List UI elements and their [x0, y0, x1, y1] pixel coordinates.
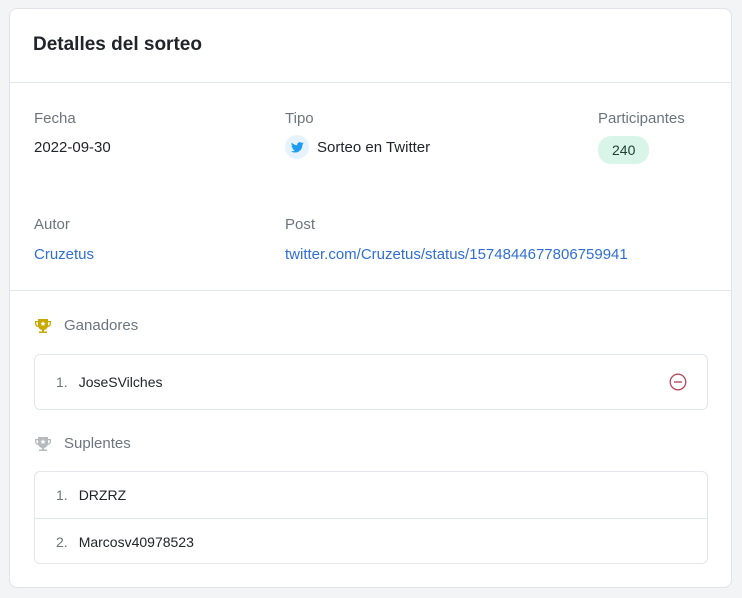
- trophy-icon: [34, 318, 52, 334]
- raffle-details-card: Detalles del sorteo Fecha 2022-09-30 Tip…: [9, 8, 732, 588]
- tipo-value: Sorteo en Twitter: [317, 138, 431, 156]
- ganadores-title: Ganadores: [34, 317, 138, 334]
- tipo-row: Sorteo en Twitter: [285, 135, 430, 159]
- twitter-icon: [285, 135, 309, 159]
- trophy-icon: [34, 436, 52, 452]
- card-header: Detalles del sorteo: [10, 9, 731, 83]
- autor-label: Autor: [34, 216, 70, 233]
- item-name: JoseSVilches: [78, 374, 163, 390]
- item-number: 1.: [56, 487, 68, 503]
- list-item: 2. Marcosv40978523: [35, 518, 707, 564]
- item-number: 2.: [56, 533, 68, 550]
- list-item: 1. JoseSVilches: [35, 355, 707, 409]
- remove-winner-button[interactable]: [669, 373, 687, 391]
- participantes-label: Participantes: [598, 110, 685, 127]
- list-item: 1. DRZRZ: [35, 472, 707, 518]
- field-tipo: Tipo Sorteo en Twitter: [285, 110, 430, 159]
- field-fecha: Fecha 2022-09-30: [34, 110, 111, 156]
- item-name: Marcosv40978523: [78, 533, 194, 550]
- field-participantes: Participantes 240: [598, 110, 685, 164]
- item-number: 1.: [56, 374, 68, 390]
- details-section: Fecha 2022-09-30 Tipo Sorteo en Twitter …: [10, 83, 731, 291]
- results-section: Ganadores 1. JoseSVilches Suplentes 1. D…: [10, 291, 731, 587]
- item-name: DRZRZ: [78, 487, 127, 503]
- ganadores-label: Ganadores: [64, 317, 139, 334]
- suplentes-title: Suplentes: [34, 435, 131, 452]
- page-title: Detalles del sorteo: [33, 34, 202, 55]
- field-autor: Autor Cruzetus: [34, 216, 94, 263]
- tipo-label: Tipo: [285, 110, 314, 127]
- minus-circle-icon: [669, 373, 687, 391]
- autor-link[interactable]: Cruzetus: [34, 246, 94, 263]
- post-label: Post: [285, 216, 316, 233]
- fecha-label: Fecha: [34, 110, 76, 127]
- ganadores-list: 1. JoseSVilches: [34, 354, 708, 410]
- post-link[interactable]: twitter.com/Cruzetus/status/157484467780…: [285, 246, 628, 263]
- participants-badge: 240: [598, 136, 650, 164]
- fecha-value: 2022-09-30: [34, 139, 111, 156]
- suplentes-label: Suplentes: [64, 435, 131, 452]
- field-post: Post twitter.com/Cruzetus/status/1574844…: [285, 216, 628, 263]
- suplentes-list: 1. DRZRZ 2. Marcosv40978523: [34, 471, 708, 564]
